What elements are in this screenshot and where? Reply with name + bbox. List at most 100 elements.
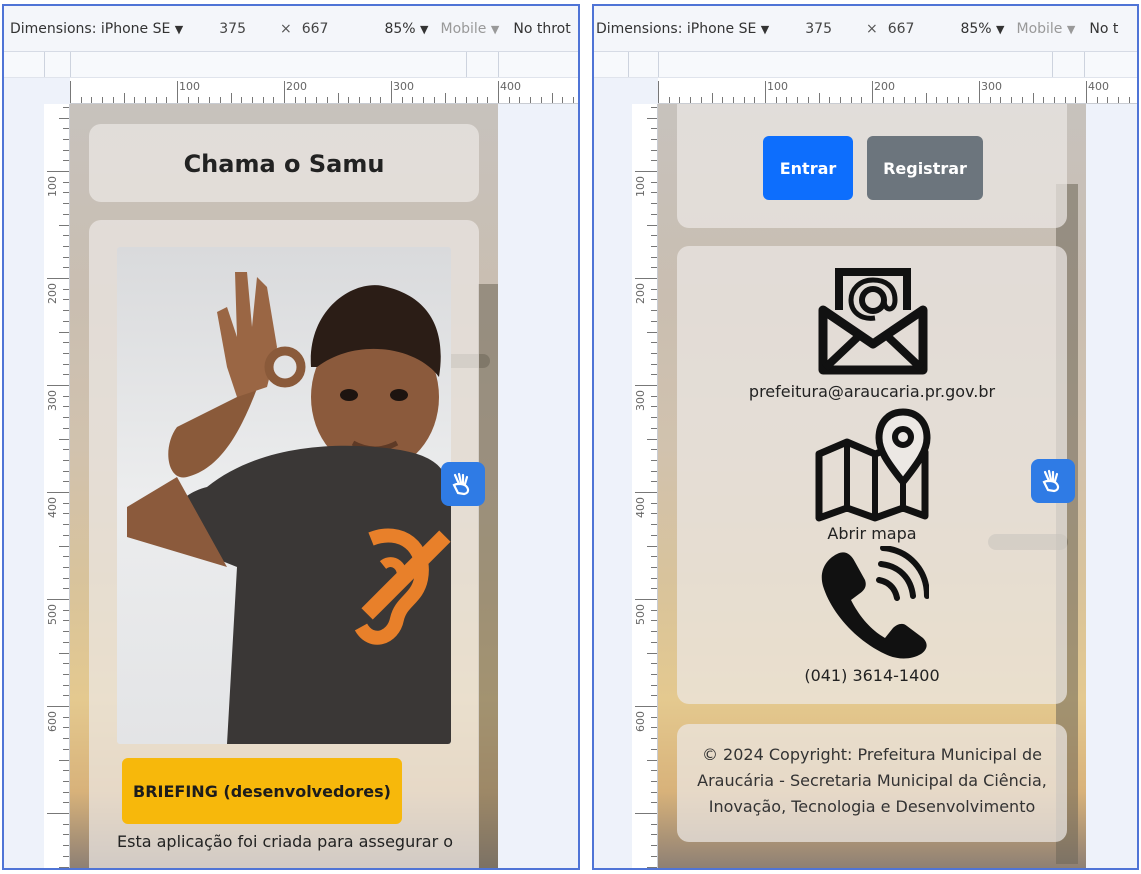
ruler-tick bbox=[530, 97, 531, 103]
dropdown-caret-icon: ▼ bbox=[996, 22, 1005, 36]
ruler-tick bbox=[786, 97, 787, 103]
ruler-tick bbox=[63, 192, 69, 193]
register-button[interactable]: Registrar bbox=[867, 136, 983, 200]
ruler-label: 200 bbox=[286, 80, 307, 93]
ruler-tick bbox=[658, 81, 659, 103]
ruler-tick bbox=[651, 588, 657, 589]
ruler-tick bbox=[573, 97, 574, 103]
ruler-tick bbox=[651, 449, 657, 450]
envelope-at-icon[interactable] bbox=[817, 266, 929, 376]
zoom-label: 85% bbox=[960, 20, 992, 37]
ruler-tick bbox=[156, 97, 157, 103]
intro-card: BRIEFING (desenvolvedores) Esta aplicaçã… bbox=[89, 220, 479, 868]
ruler-tick bbox=[370, 97, 371, 103]
ruler-tick bbox=[651, 107, 657, 108]
zoom-select[interactable]: 85% ▼ bbox=[960, 21, 1004, 37]
ruler-tick bbox=[651, 182, 657, 183]
tree-silhouette bbox=[478, 284, 498, 868]
ruler-tick bbox=[63, 781, 69, 782]
ruler-tick bbox=[1011, 97, 1012, 103]
width-input[interactable]: 375 bbox=[805, 21, 832, 37]
ruler-tick bbox=[651, 160, 657, 161]
mobile-select[interactable]: Mobile ▼ bbox=[441, 21, 500, 37]
ruler-tick bbox=[651, 792, 657, 793]
map-pin-icon[interactable] bbox=[813, 404, 931, 522]
ruler-label: 200 bbox=[46, 283, 59, 304]
mobile-label: Mobile bbox=[440, 20, 487, 37]
ruler-tick bbox=[829, 97, 830, 103]
width-input[interactable]: 375 bbox=[219, 21, 246, 37]
ruler-tick bbox=[651, 396, 657, 397]
email-link[interactable]: prefeitura@araucaria.pr.gov.br bbox=[677, 382, 1067, 401]
dimensions-select[interactable]: Dimensions: iPhone SE ▼ bbox=[596, 21, 769, 37]
ruler-tick bbox=[562, 97, 563, 103]
page-viewport: Entrar Registrar prefeitura@araucaria.pr… bbox=[658, 104, 1086, 868]
throttle-select[interactable]: No throt bbox=[513, 21, 570, 37]
vlibras-accessibility-button[interactable] bbox=[441, 462, 485, 506]
phone-link[interactable]: (041) 3614-1400 bbox=[677, 666, 1067, 685]
ruler-tick bbox=[797, 97, 798, 103]
ruler-tick bbox=[979, 81, 980, 103]
ruler-tick bbox=[47, 385, 69, 386]
phone-icon[interactable] bbox=[815, 546, 929, 660]
ruler-tick bbox=[635, 171, 657, 172]
zoom-select[interactable]: 85% ▼ bbox=[384, 21, 428, 37]
media-query-bar bbox=[594, 52, 1137, 78]
ruler-label: 100 bbox=[46, 176, 59, 197]
ruler-tick bbox=[477, 97, 478, 103]
ruler-tick bbox=[840, 97, 841, 103]
height-input[interactable]: 667 bbox=[302, 21, 329, 37]
ruler-tick bbox=[651, 235, 657, 236]
login-button[interactable]: Entrar bbox=[763, 136, 853, 200]
ruler-tick bbox=[63, 406, 69, 407]
copyright-text: © 2024 Copyright: Prefeitura Municipal d… bbox=[697, 745, 1047, 816]
ruler-tick bbox=[63, 449, 69, 450]
ruler-label: 100 bbox=[179, 80, 200, 93]
ruler-tick bbox=[63, 107, 69, 108]
ruler-tick bbox=[651, 578, 657, 579]
dropdown-caret-icon: ▼ bbox=[490, 22, 500, 36]
height-input[interactable]: 667 bbox=[888, 21, 915, 37]
ruler-tick bbox=[166, 97, 167, 103]
ruler-tick bbox=[209, 97, 210, 103]
ruler-tick bbox=[124, 93, 125, 103]
ruler-tick bbox=[651, 845, 657, 846]
ruler-tick bbox=[63, 353, 69, 354]
ruler-tick bbox=[231, 93, 232, 103]
mobile-select[interactable]: Mobile ▼ bbox=[1017, 21, 1076, 37]
ruler-tick bbox=[651, 471, 657, 472]
ruler-tick bbox=[754, 97, 755, 103]
ruler-tick bbox=[63, 460, 69, 461]
vlibras-accessibility-button[interactable] bbox=[1031, 459, 1075, 503]
ruler-tick bbox=[1086, 81, 1087, 103]
media-query-bar bbox=[4, 52, 578, 78]
times-label: × bbox=[865, 20, 878, 37]
device-toolbar: Dimensions: iPhone SE ▼ 375 × 667 85% ▼ … bbox=[594, 6, 1137, 52]
ruler-tick bbox=[651, 770, 657, 771]
throttle-select[interactable]: No t bbox=[1089, 21, 1118, 37]
ruler-tick bbox=[651, 342, 657, 343]
briefing-button[interactable]: BRIEFING (desenvolvedores) bbox=[122, 758, 402, 824]
ruler-label: 500 bbox=[634, 604, 647, 625]
ruler-tick bbox=[651, 824, 657, 825]
ruler-tick bbox=[722, 97, 723, 103]
ruler-tick bbox=[63, 214, 69, 215]
ruler-tick bbox=[904, 97, 905, 103]
ruler-label: 300 bbox=[46, 390, 59, 411]
ruler-tick bbox=[651, 321, 657, 322]
ruler-tick bbox=[455, 97, 456, 103]
ruler-tick bbox=[541, 97, 542, 103]
ruler-tick bbox=[893, 97, 894, 103]
map-link[interactable]: Abrir mapa bbox=[677, 524, 1067, 543]
ruler-tick bbox=[651, 246, 657, 247]
ruler-tick bbox=[63, 770, 69, 771]
ruler-label: 600 bbox=[634, 711, 647, 732]
ruler-tick bbox=[402, 97, 403, 103]
auth-card: Entrar Registrar bbox=[677, 104, 1067, 228]
dimensions-select[interactable]: Dimensions: iPhone SE ▼ bbox=[10, 21, 183, 37]
ruler-tick bbox=[690, 97, 691, 103]
ruler-tick bbox=[1075, 97, 1076, 103]
ruler-tick bbox=[198, 97, 199, 103]
ruler-tick bbox=[380, 97, 381, 103]
ruler-tick bbox=[63, 128, 69, 129]
